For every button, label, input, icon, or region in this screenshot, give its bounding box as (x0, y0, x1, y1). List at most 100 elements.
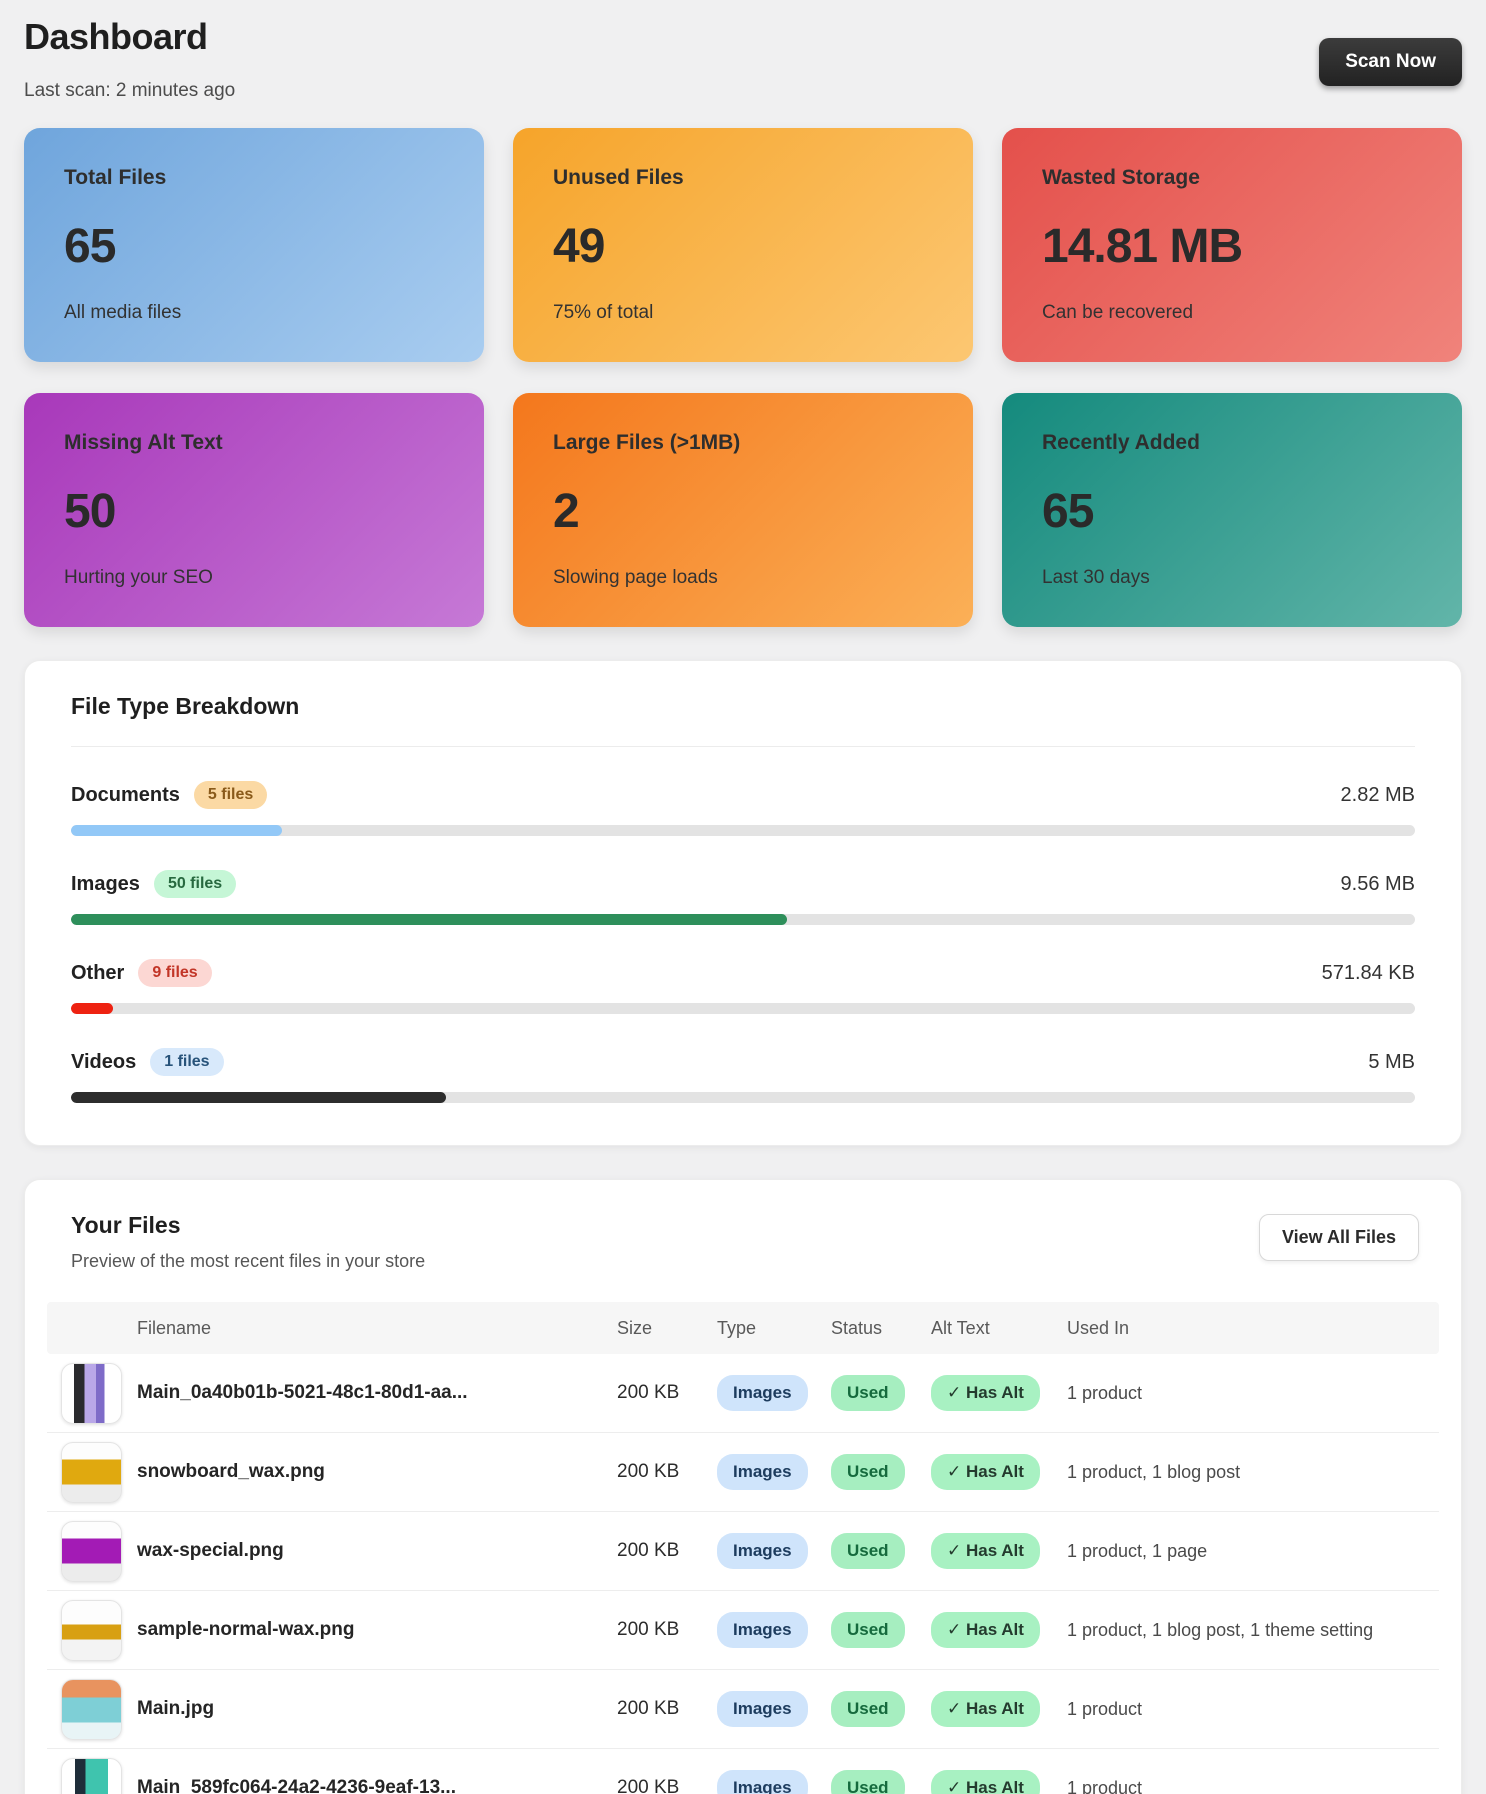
stat-card-wasted-storage: Wasted Storage 14.81 MB Can be recovered (1002, 128, 1462, 362)
used-in-text: 1 product, 1 page (1067, 1540, 1208, 1561)
stat-title: Recently Added (1042, 431, 1200, 454)
stat-title: Large Files (>1MB) (553, 431, 741, 454)
column-filename: Filename (137, 1317, 212, 1338)
file-thumbnail (61, 1599, 122, 1661)
stat-cards-grid: Total Files 65 All media files Unused Fi… (24, 128, 1462, 627)
stat-title: Missing Alt Text (64, 431, 223, 454)
file-row: wax-special.png 200 KB Images Used ✓ Has… (47, 1512, 1439, 1591)
file-name: sample-normal-wax.png (137, 1619, 355, 1640)
stat-value: 65 (64, 219, 116, 273)
used-in-text: 1 product (1067, 1777, 1143, 1794)
status-badge: Used (831, 1691, 905, 1727)
your-files-panel: Your Files Preview of the most recent fi… (24, 1179, 1462, 1794)
stat-caption: All media files (64, 302, 182, 323)
type-badge: Images (717, 1454, 808, 1490)
has-alt-badge: ✓ Has Alt (931, 1454, 1040, 1490)
your-files-subtitle: Preview of the most recent files in your… (71, 1251, 426, 1271)
stat-title: Wasted Storage (1042, 166, 1200, 189)
stat-card-large-files: Large Files (>1MB) 2 Slowing page loads (513, 393, 973, 627)
file-row: sample-normal-wax.png 200 KB Images Used… (47, 1591, 1439, 1670)
file-count-badge: 9 files (138, 959, 212, 987)
used-in-text: 1 product (1067, 1382, 1143, 1403)
stat-caption: 75% of total (553, 302, 654, 323)
breakdown-row-documents: Documents 5 files 2.82 MB (71, 781, 1415, 836)
stat-card-unused-files: Unused Files 49 75% of total (513, 128, 973, 362)
file-name: snowboard_wax.png (137, 1461, 325, 1482)
column-status: Status (831, 1317, 883, 1338)
used-in-text: 1 product, 1 blog post (1067, 1461, 1241, 1482)
page-header: Dashboard Last scan: 2 minutes ago Scan … (24, 16, 1462, 102)
file-count-badge: 50 files (153, 870, 237, 898)
file-row: Main.jpg 200 KB Images Used ✓ Has Alt 1 … (47, 1670, 1439, 1749)
progress-fill (71, 1003, 113, 1014)
type-badge: Images (717, 1691, 808, 1727)
breakdown-size-value: 2.82 MB (1340, 783, 1415, 806)
breakdown-label: Videos (71, 1050, 137, 1073)
stat-card-missing-alt-text: Missing Alt Text 50 Hurting your SEO (24, 393, 484, 627)
breakdown-row-other: Other 9 files 571.84 KB (71, 959, 1415, 1014)
your-files-title: Your Files (71, 1212, 181, 1238)
has-alt-badge: ✓ Has Alt (931, 1770, 1040, 1794)
file-row: Main_589fc064-24a2-4236-9eaf-13... 200 K… (47, 1749, 1439, 1794)
file-size: 200 KB (617, 1540, 680, 1561)
breakdown-row-videos: Videos 1 files 5 MB (71, 1048, 1415, 1103)
status-badge: Used (831, 1454, 905, 1490)
stat-title: Total Files (64, 166, 167, 189)
has-alt-badge: ✓ Has Alt (931, 1375, 1040, 1411)
file-name: wax-special.png (137, 1540, 284, 1561)
progress-fill (71, 1092, 446, 1103)
has-alt-badge: ✓ Has Alt (931, 1612, 1040, 1648)
breakdown-label: Images (71, 872, 140, 895)
stat-caption: Can be recovered (1042, 302, 1194, 323)
used-in-text: 1 product (1067, 1698, 1143, 1719)
file-count-badge: 5 files (193, 781, 268, 809)
file-size: 200 KB (617, 1619, 680, 1640)
breakdown-size-value: 5 MB (1368, 1050, 1415, 1073)
file-size: 200 KB (617, 1382, 680, 1403)
file-name: Main_589fc064-24a2-4236-9eaf-13... (137, 1777, 456, 1794)
column-alt-text: Alt Text (931, 1317, 990, 1338)
status-badge: Used (831, 1375, 905, 1411)
file-type-breakdown-panel: File Type Breakdown Documents 5 files 2.… (24, 660, 1462, 1146)
type-badge: Images (717, 1533, 808, 1569)
file-thumbnail (61, 1678, 122, 1740)
stat-card-recently-added: Recently Added 65 Last 30 days (1002, 393, 1462, 627)
stat-value: 49 (553, 219, 605, 273)
status-badge: Used (831, 1533, 905, 1569)
dashboard-page: Dashboard Last scan: 2 minutes ago Scan … (0, 0, 1486, 1794)
file-thumbnail (61, 1441, 122, 1503)
stat-card-total-files: Total Files 65 All media files (24, 128, 484, 362)
column-size: Size (617, 1317, 653, 1338)
progress-fill (71, 825, 282, 836)
scan-now-button[interactable]: Scan Now (1319, 38, 1462, 86)
used-in-text: 1 product, 1 blog post, 1 theme setting (1067, 1619, 1374, 1640)
stat-caption: Hurting your SEO (64, 567, 213, 588)
file-thumbnail (61, 1757, 122, 1794)
file-name: Main_0a40b01b-5021-48c1-80d1-aa... (137, 1382, 468, 1403)
file-size: 200 KB (617, 1777, 680, 1794)
stat-value: 2 (553, 484, 580, 538)
file-thumbnail (61, 1520, 122, 1582)
view-all-files-button[interactable]: View All Files (1258, 1214, 1419, 1261)
breakdown-size-value: 571.84 KB (1321, 961, 1415, 984)
column-used-in: Used In (1067, 1317, 1130, 1338)
breakdown-label: Documents (71, 783, 180, 806)
progress-fill (71, 914, 788, 925)
has-alt-badge: ✓ Has Alt (931, 1533, 1040, 1569)
file-size: 200 KB (617, 1461, 680, 1482)
type-badge: Images (717, 1770, 808, 1794)
has-alt-badge: ✓ Has Alt (931, 1691, 1040, 1727)
breakdown-title: File Type Breakdown (71, 693, 300, 719)
file-row: Main_0a40b01b-5021-48c1-80d1-aa... 200 K… (47, 1354, 1439, 1433)
stat-value: 50 (64, 484, 116, 538)
stat-title: Unused Files (553, 166, 684, 189)
stat-value: 14.81 MB (1042, 219, 1243, 273)
stat-value: 65 (1042, 484, 1094, 538)
column-type: Type (717, 1317, 757, 1338)
file-count-badge: 1 files (150, 1048, 224, 1076)
file-row: snowboard_wax.png 200 KB Images Used ✓ H… (47, 1433, 1439, 1512)
progress-track (71, 825, 1415, 836)
type-badge: Images (717, 1612, 808, 1648)
page-title: Dashboard (24, 16, 208, 57)
status-badge: Used (831, 1770, 905, 1794)
